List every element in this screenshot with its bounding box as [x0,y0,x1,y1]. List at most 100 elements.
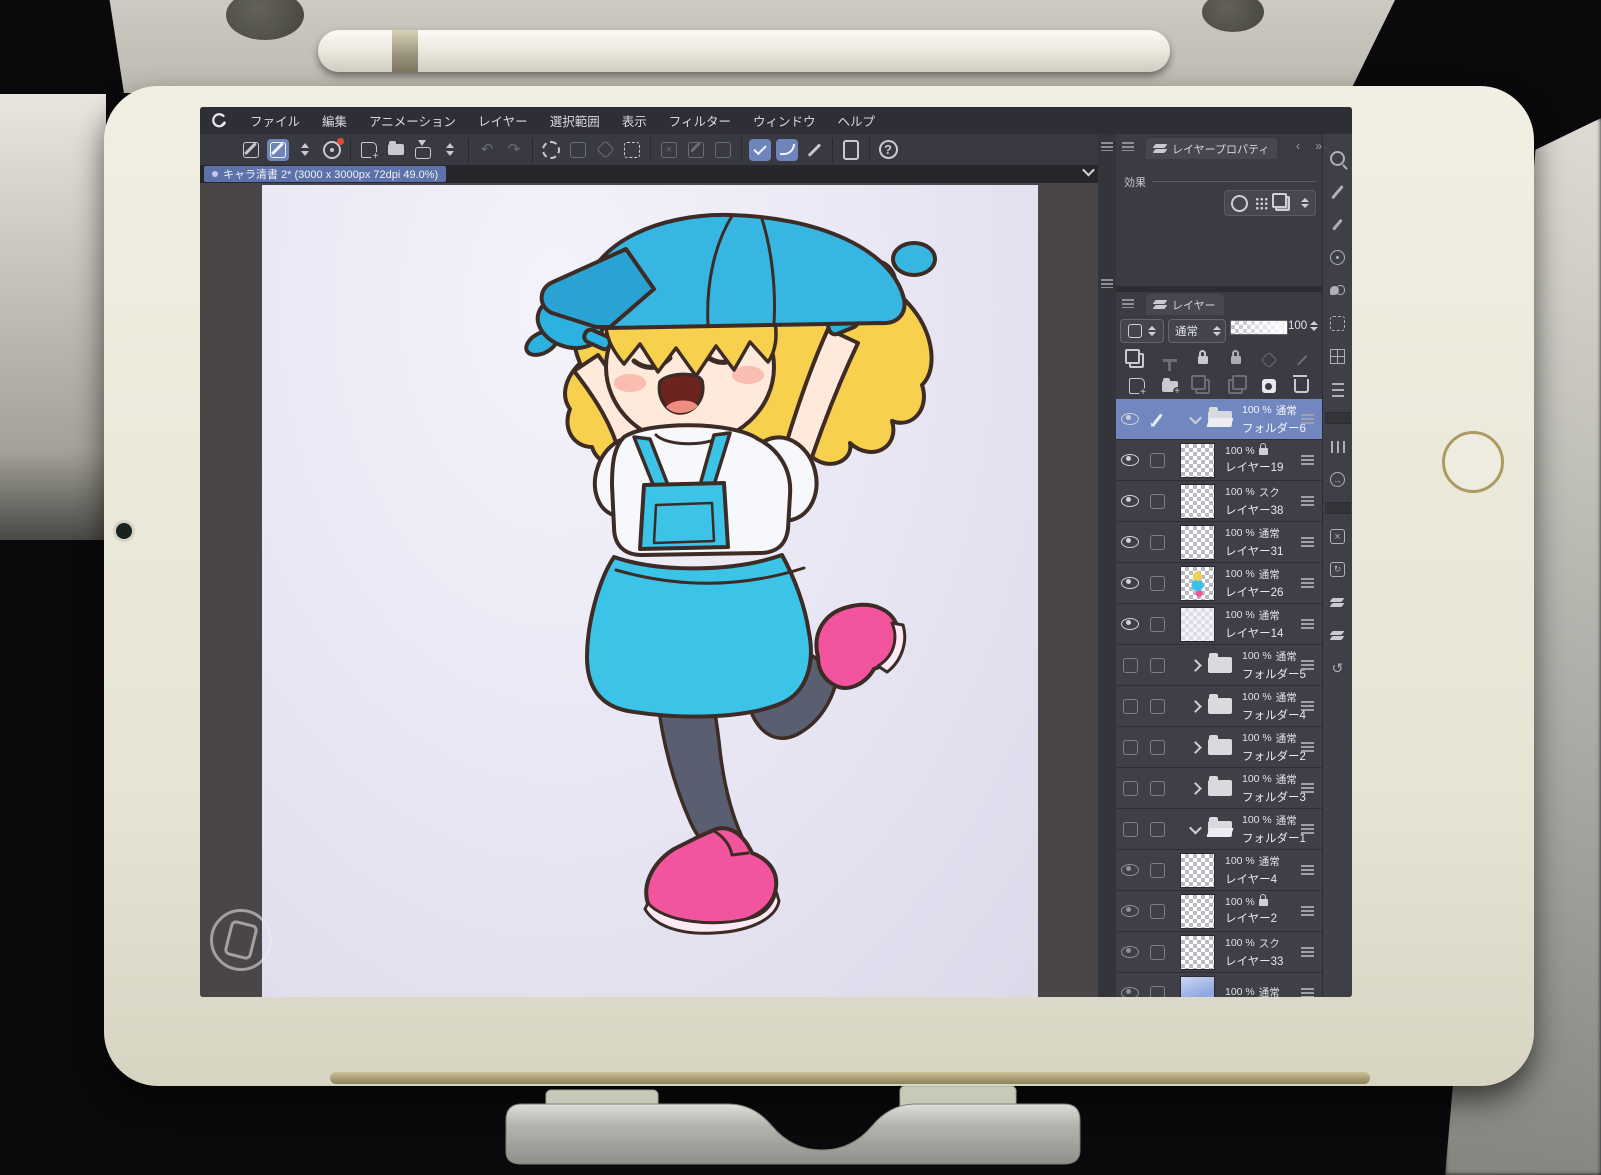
main-menu-icon[interactable] [213,139,235,161]
color-mix-icon[interactable] [1327,280,1348,301]
target-checkbox[interactable] [1150,863,1165,878]
history-icon[interactable]: ↺ [1327,658,1348,679]
gutter-handle-icon[interactable] [1101,142,1113,151]
layer-row[interactable]: 100 %通常 [1116,973,1322,997]
visibility-cell[interactable] [1116,536,1144,548]
new-canvas-icon[interactable]: + [358,139,380,161]
layer-row-folder[interactable]: 100 %通常フォルダー3 [1116,768,1322,809]
row-handle-icon[interactable] [1301,906,1314,916]
panel-gutter[interactable] [1098,134,1116,997]
eye-icon[interactable] [1121,495,1139,507]
opacity-slider-handle[interactable] [1282,320,1285,335]
snap-on-icon[interactable] [749,139,771,161]
row-handle-icon[interactable] [1301,701,1314,711]
pen-tool-icon[interactable] [1327,181,1348,202]
menu-item[interactable]: 選択範囲 [550,111,600,130]
redo-icon[interactable]: ↷ [503,139,525,161]
target-checkbox[interactable] [1150,986,1165,998]
rotate-canvas-icon[interactable]: ↻ [1327,559,1348,580]
flip-canvas-icon[interactable] [240,139,262,161]
hidden-checkbox[interactable] [1123,740,1138,755]
lock-alpha-icon[interactable] [1226,350,1246,370]
visibility-cell[interactable] [1116,905,1144,917]
target-checkbox[interactable] [1150,740,1165,755]
visibility-cell[interactable] [1116,740,1144,755]
layer-row[interactable]: 100 %スクレイヤー33 [1116,932,1322,973]
eye-icon[interactable] [1121,905,1139,917]
edit-target-cell[interactable] [1144,413,1170,426]
palette-display-selector[interactable] [1120,319,1164,343]
edit-target-cell[interactable] [1144,535,1170,550]
layer-row-folder[interactable]: 100 %通常フォルダー1 [1116,809,1322,850]
visibility-cell[interactable] [1116,413,1144,425]
visibility-cell[interactable] [1116,864,1144,876]
eye-icon[interactable] [1121,577,1139,589]
hidden-checkbox[interactable] [1123,822,1138,837]
toolbar-expand-icon[interactable] [294,139,316,161]
layer-row-folder[interactable]: 100 %通常フォルダー6 [1116,399,1322,440]
zoom-tool-icon[interactable] [1327,148,1348,169]
layer-thumbnail[interactable] [1180,525,1215,560]
layer-thumbnail[interactable] [1180,976,1215,998]
visibility-cell[interactable] [1116,822,1144,837]
layer-row[interactable]: 100 %スクレイヤー38 [1116,481,1322,522]
layer-thumbnail[interactable] [1180,607,1215,642]
hidden-checkbox[interactable] [1123,658,1138,673]
layers-dock-icon[interactable] [1327,625,1348,646]
layer-thumbnail[interactable] [1180,484,1215,519]
eye-icon[interactable] [1121,987,1139,997]
target-checkbox[interactable] [1150,494,1165,509]
menu-item[interactable]: レイヤー [478,111,528,130]
layer-thumbnail[interactable] [1180,853,1215,888]
edit-target-cell[interactable] [1144,453,1170,468]
edit-target-cell[interactable] [1144,863,1170,878]
hidden-checkbox[interactable] [1123,699,1138,714]
row-handle-icon[interactable] [1301,537,1314,547]
eye-icon[interactable] [1121,618,1139,630]
target-checkbox[interactable] [1150,822,1165,837]
layer-row[interactable]: 100 %レイヤー19 [1116,440,1322,481]
layer-row-folder[interactable]: 100 %通常フォルダー4 [1116,686,1322,727]
visibility-cell[interactable] [1116,577,1144,589]
row-handle-icon[interactable] [1301,865,1314,875]
layer-row[interactable]: 100 %通常レイヤー14 [1116,604,1322,645]
edit-target-cell[interactable] [1144,781,1170,796]
save-file-icon[interactable] [412,139,434,161]
auto-action-icon[interactable]: → [1327,469,1348,490]
reference-layer-icon[interactable] [1160,350,1180,370]
opacity-value-box[interactable]: 100 [1288,320,1318,332]
undo-icon[interactable]: ↶ [476,139,498,161]
subtool-icon[interactable] [1327,247,1348,268]
menu-item[interactable]: ウィンドウ [753,111,816,130]
chevron-down-icon[interactable] [1189,411,1202,424]
clip-studio-icon[interactable] [321,139,343,161]
layer-row-folder[interactable]: 100 %通常フォルダー5 [1116,645,1322,686]
edit-target-cell[interactable] [1144,904,1170,919]
edit-target-cell[interactable] [1144,945,1170,960]
eye-icon[interactable] [1121,536,1139,548]
processing-icon[interactable] [540,139,562,161]
tool-property-icon[interactable] [1327,379,1348,400]
snap-curve-icon[interactable] [776,139,798,161]
row-handle-icon[interactable] [1301,455,1314,465]
open-file-icon[interactable] [385,139,407,161]
file-expand-icon[interactable] [439,139,461,161]
effect-spinner-icon[interactable] [1301,198,1309,208]
material-icon[interactable] [594,139,616,161]
chevron-down-icon[interactable] [1189,821,1202,834]
row-handle-icon[interactable] [1301,783,1314,793]
layer-property-tab[interactable]: レイヤープロパティ [1146,138,1277,159]
visibility-cell[interactable] [1116,454,1144,466]
row-handle-icon[interactable] [1301,988,1314,997]
visibility-cell[interactable] [1116,658,1144,673]
eye-icon[interactable] [1121,413,1139,425]
row-handle-icon[interactable] [1301,619,1314,629]
visibility-cell[interactable] [1116,495,1144,507]
select-area-icon[interactable] [712,139,734,161]
layer-color-effect-icon[interactable] [1275,196,1290,211]
layer-panel-tab[interactable]: レイヤー [1146,294,1224,315]
layer-row[interactable]: 100 %通常レイヤー31 [1116,522,1322,563]
chevron-right-icon[interactable] [1189,659,1202,672]
menu-item[interactable]: ファイル [250,111,300,130]
visibility-cell[interactable] [1116,699,1144,714]
